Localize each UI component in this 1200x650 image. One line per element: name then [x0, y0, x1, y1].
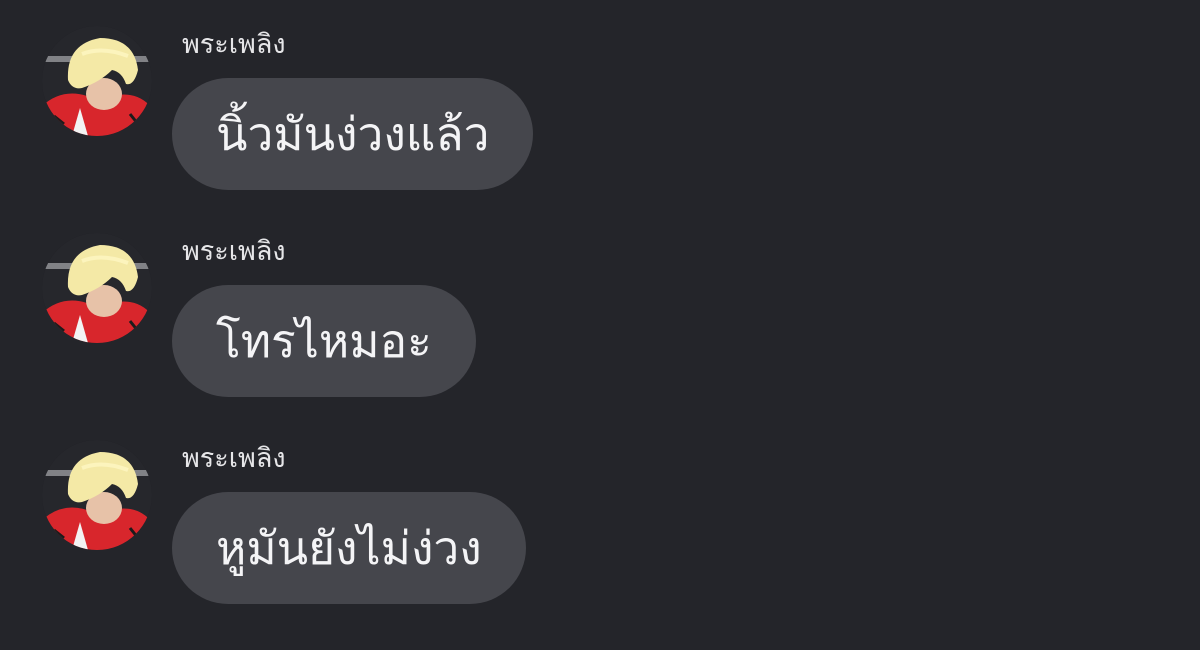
message-bubble[interactable]: หูมันยังไม่ง่วง	[172, 492, 526, 604]
avatar-photo-icon	[42, 26, 152, 136]
avatar-photo-icon	[42, 233, 152, 343]
message-row: พระเพลิง โทรไหมอะ	[42, 233, 742, 413]
message-bubble[interactable]: โทรไหมอะ	[172, 285, 476, 397]
message-row: พระเพลิง หูมันยังไม่ง่วง	[42, 440, 742, 620]
avatar[interactable]	[42, 233, 152, 343]
sender-name: พระเพลิง	[182, 236, 286, 267]
message-text: โทรไหมอะ	[216, 314, 432, 368]
avatar[interactable]	[42, 440, 152, 550]
avatar-photo-icon	[42, 440, 152, 550]
message-bubble[interactable]: นิ้วมันง่วงแล้ว	[172, 78, 534, 190]
avatar[interactable]	[42, 26, 152, 136]
chat-thread: พระเพลิง นิ้วมันง่วงแล้ว พระเพลิง โทรไหม…	[0, 0, 1200, 650]
sender-name: พระเพลิง	[182, 29, 286, 60]
sender-name: พระเพลิง	[182, 443, 286, 474]
message-text: หูมันยังไม่ง่วง	[216, 521, 482, 575]
message-row: พระเพลิง นิ้วมันง่วงแล้ว	[42, 26, 742, 206]
message-text: นิ้วมันง่วงแล้ว	[216, 107, 490, 161]
